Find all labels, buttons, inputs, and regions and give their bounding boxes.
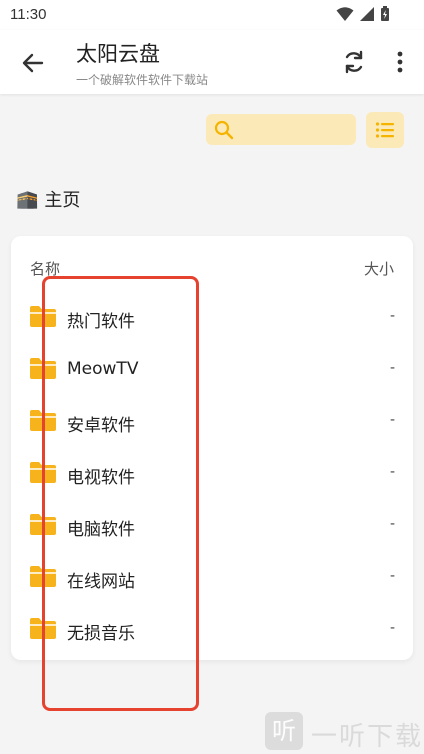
search-field[interactable]: [206, 114, 356, 145]
app-bar: 太阳云盘 一个破解软件软件下载站: [0, 30, 424, 94]
app-title: 太阳云盘: [76, 42, 160, 66]
watermark-text: 一听下载: [311, 722, 424, 752]
folder-size: -: [389, 308, 395, 324]
wifi-icon: [336, 7, 354, 21]
folder-size: -: [389, 464, 395, 480]
status-time: 11:30: [10, 6, 47, 23]
watermark-logo: 听: [265, 712, 303, 750]
column-header-size[interactable]: 大小: [364, 258, 394, 279]
list-icon: [375, 122, 394, 138]
status-icons: [336, 6, 390, 22]
refresh-icon[interactable]: [341, 49, 367, 75]
annotation-highlight-box: [42, 276, 199, 711]
folder-size: -: [389, 360, 395, 376]
more-vert-icon[interactable]: [391, 49, 409, 75]
list-view-button[interactable]: [366, 112, 404, 148]
breadcrumb[interactable]: 🕋 主页: [16, 186, 80, 212]
kaaba-icon: 🕋: [16, 188, 39, 210]
search-input[interactable]: [240, 118, 354, 142]
status-bar: 11:30: [0, 0, 424, 30]
search-icon: [214, 120, 234, 140]
folder-size: -: [389, 620, 395, 636]
folder-size: -: [389, 568, 395, 584]
app-subtitle: 一个破解软件软件下载站: [76, 73, 209, 87]
back-arrow-icon[interactable]: [20, 50, 46, 76]
folder-size: -: [389, 516, 395, 532]
battery-icon: [381, 6, 389, 21]
signal-icon: [360, 7, 374, 21]
watermark: 听 一听下载: [265, 710, 424, 754]
breadcrumb-home[interactable]: 主页: [44, 186, 80, 212]
folder-size: -: [389, 412, 395, 428]
